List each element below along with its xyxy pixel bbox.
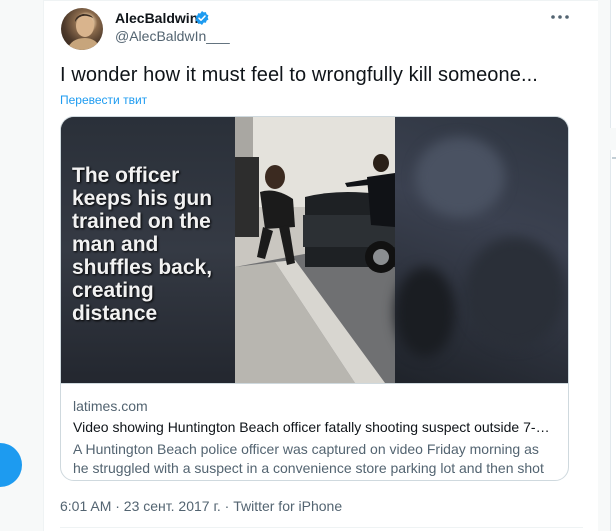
blur-shape	[395, 267, 455, 357]
sidebar-divider	[612, 157, 616, 159]
tweet-text: I wonder how it must feel to wrongfully …	[60, 64, 538, 86]
link-meta[interactable]: latimes.com Video showing Huntington Bea…	[61, 383, 568, 480]
link-description: A Huntington Beach police officer was ca…	[73, 441, 544, 480]
sidebar-box	[610, 0, 616, 128]
verified-badge-icon	[195, 11, 209, 25]
author-handle[interactable]: @AlecBaldwIn___	[115, 28, 230, 44]
thumbnail-right-panel	[395, 117, 568, 383]
video-caption-overlay: The officer keeps his gun trained on the…	[72, 164, 213, 325]
blur-shape	[465, 237, 565, 347]
divider	[44, 0, 599, 1]
blur-shape	[415, 137, 505, 217]
thumbnail-scene	[235, 117, 395, 383]
link-preview-card[interactable]: The officer keeps his gun trained on the…	[60, 116, 569, 481]
divider	[60, 527, 583, 528]
scene-image	[235, 117, 395, 383]
right-sidebar	[598, 0, 616, 531]
more-horizontal-icon[interactable]	[548, 8, 572, 26]
link-domain: latimes.com	[73, 398, 148, 414]
avatar[interactable]	[61, 8, 103, 50]
link-title: Video showing Huntington Beach officer f…	[73, 419, 556, 435]
avatar-photo	[67, 14, 101, 50]
tweet-card: AlecBaldwin @AlecBaldwIn___ I wonder how…	[43, 0, 600, 531]
compose-fab-button[interactable]	[0, 443, 22, 487]
author-name[interactable]: AlecBaldwin	[115, 10, 198, 26]
sidebar-box	[610, 150, 616, 531]
translate-tweet-link[interactable]: Перевести твит	[60, 93, 147, 107]
tweet-timestamp[interactable]: 6:01 AM · 23 сент. 2017 г. · Twitter for…	[60, 498, 342, 514]
video-thumbnail[interactable]: The officer keeps his gun trained on the…	[61, 117, 568, 383]
